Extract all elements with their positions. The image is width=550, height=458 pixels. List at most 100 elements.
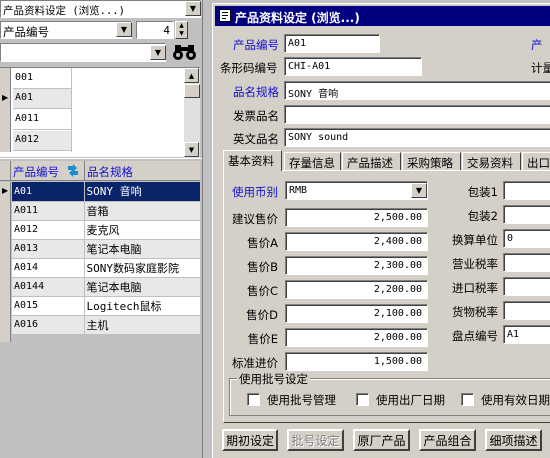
price-field[interactable]: 2,200.00 [285, 280, 428, 299]
price-field[interactable]: 2,100.00 [285, 304, 428, 323]
form-title-text: 产品资料设定 (浏览...) [3, 5, 125, 17]
right-product-label: 产 [531, 38, 543, 52]
product-code-label: 产品编号 [233, 38, 279, 52]
price-field[interactable]: 2,000.00 [285, 328, 428, 347]
currency-combo[interactable]: RMB [285, 181, 428, 200]
tab-purchase[interactable]: 采购策略 [402, 152, 461, 170]
cell-product-code[interactable]: A01 [12, 182, 85, 202]
cell-product-code[interactable]: A016 [12, 315, 85, 335]
table-row[interactable]: A01 SONY 音响 [12, 182, 201, 202]
right-field-label: 货物税率 [452, 305, 498, 319]
spec-field[interactable]: SONY 音响 [284, 81, 550, 100]
chevron-down-icon[interactable]: ▼ [116, 22, 132, 37]
chevron-down-icon[interactable]: ▼ [411, 183, 427, 198]
invoice-name-field[interactable] [284, 105, 550, 124]
tab-panel-basic: 使用币别 RMB ▼ 建议售价 2,500.00 售价A 2,400.00 售价B 2,3… [223, 170, 550, 423]
spin-up-icon[interactable]: ▲ [176, 22, 187, 30]
cell-product-spec[interactable]: Logitech鼠标 [84, 296, 201, 316]
cell-product-spec[interactable]: SONY数码家庭影院 [84, 258, 201, 278]
list-item[interactable]: A01 [13, 89, 71, 109]
grid-body: A01 SONY 音响 A011 音箱 A012 麦克风 A013 笔记本电脑 A014 SONY… [12, 182, 201, 429]
cell-product-spec[interactable]: 麦克风 [84, 220, 201, 240]
factory-date-checkbox[interactable] [356, 393, 369, 406]
opening-setup-button[interactable]: 期初设定 [222, 429, 278, 451]
cell-product-code[interactable]: A011 [12, 201, 85, 221]
cell-product-code[interactable]: A014 [12, 258, 85, 278]
table-row[interactable]: A016 主机 [12, 315, 201, 335]
right-field-input[interactable] [503, 277, 550, 296]
grid-header-code[interactable]: 产品编号 [13, 164, 59, 180]
english-name-field[interactable]: SONY sound [284, 128, 550, 147]
cell-product-code[interactable]: A0144 [12, 277, 85, 297]
form-title-combo[interactable]: 产品资料设定 (浏览...) [0, 0, 201, 18]
expiry-date-checkbox[interactable] [461, 393, 474, 406]
window-title: 产品资料设定 (浏览...) [235, 11, 360, 25]
price-field[interactable]: 2,500.00 [285, 208, 428, 227]
cell-product-spec[interactable]: SONY 音响 [84, 182, 201, 202]
cell-product-code[interactable]: A013 [12, 239, 85, 259]
tab-basic[interactable]: 基本资料 [223, 150, 282, 171]
right-field-input[interactable] [503, 301, 550, 320]
cell-product-spec[interactable]: 音箱 [84, 201, 201, 221]
table-row[interactable]: A011 音箱 [12, 201, 201, 221]
empty-row [12, 353, 200, 372]
table-row[interactable]: A014 SONY数码家庭影院 [12, 258, 201, 278]
scroll-up-icon[interactable]: ▲ [184, 68, 199, 83]
cell-product-code[interactable]: A012 [12, 220, 85, 240]
scroll-down-icon[interactable]: ▼ [184, 142, 199, 157]
batch-setup-button[interactable]: 批号设定 [287, 429, 344, 451]
cell-product-spec[interactable]: 笔记本电脑 [84, 239, 201, 259]
tab-export[interactable]: 出口 [522, 152, 550, 170]
count-value: 4 [163, 24, 170, 37]
product-combo-button[interactable]: 产品组合 [419, 429, 476, 451]
binoculars-icon[interactable] [172, 42, 198, 62]
right-field-input[interactable]: A1 [503, 325, 550, 344]
spin-down-icon[interactable]: ▼ [176, 30, 187, 38]
price-field[interactable]: 1,500.00 [285, 352, 428, 371]
scroll-thumb[interactable] [184, 84, 200, 98]
batch-group-title: 使用批号设定 [237, 371, 310, 387]
price-label: 售价C [246, 284, 278, 298]
current-row-arrow-icon: ▶ [2, 93, 9, 102]
table-row[interactable]: A015 Logitech鼠标 [12, 296, 201, 316]
right-field-input[interactable] [503, 253, 550, 272]
right-field-label: 盘点编号 [452, 329, 498, 343]
chevron-down-icon[interactable]: ▼ [150, 45, 166, 60]
pane-divider[interactable] [202, 0, 205, 458]
right-field-input[interactable]: 0 [503, 229, 550, 248]
count-input[interactable]: 4 [136, 21, 174, 39]
batch-manage-checkbox[interactable] [247, 393, 260, 406]
original-product-button[interactable]: 原厂产品 [353, 429, 410, 451]
empty-row [12, 410, 200, 429]
cell-product-spec[interactable]: 主机 [84, 315, 201, 335]
right-field-input[interactable] [503, 205, 550, 224]
detail-description-button[interactable]: 细项描述 [485, 429, 542, 451]
sort-arrows-icon[interactable] [66, 163, 80, 178]
chevron-down-icon[interactable]: ▼ [185, 1, 201, 16]
table-row[interactable]: A0144 笔记本电脑 [12, 277, 201, 297]
window-titlebar[interactable]: 产品资料设定 (浏览...) [215, 6, 550, 26]
barcode-field[interactable]: CHI-A01 [284, 57, 422, 76]
cell-product-spec[interactable]: 笔记本电脑 [84, 277, 201, 297]
button-bar: 期初设定 批号设定 原厂产品 产品组合 细项描述 [213, 422, 550, 458]
tab-trade[interactable]: 交易资料 [462, 152, 521, 170]
product-code-field[interactable]: A01 [284, 34, 380, 53]
list-item[interactable]: A012 [13, 131, 71, 151]
table-row[interactable]: A012 麦克风 [12, 220, 201, 240]
list-item[interactable]: 001 [13, 70, 71, 89]
search-text-input[interactable] [0, 43, 166, 62]
tab-stock[interactable]: 存量信息 [284, 152, 341, 170]
right-field-input[interactable] [503, 181, 550, 200]
field-selector-combo[interactable]: 产品编号 [0, 21, 132, 39]
tab-description[interactable]: 产品描述 [342, 152, 401, 170]
right-field-label: 换算单位 [452, 233, 498, 247]
list-scrollbar[interactable]: ▲ ▼ [184, 68, 200, 158]
spin-button[interactable]: ▲ ▼ [175, 21, 188, 39]
price-field[interactable]: 2,400.00 [285, 232, 428, 251]
price-field[interactable]: 2,300.00 [285, 256, 428, 275]
grid-header-spec[interactable]: 品名规格 [87, 164, 133, 180]
table-row[interactable]: A013 笔记本电脑 [12, 239, 201, 259]
list-item[interactable]: A011 [13, 110, 71, 130]
cell-product-code[interactable]: A015 [12, 296, 85, 316]
invoice-name-label: 发票品名 [233, 109, 279, 123]
